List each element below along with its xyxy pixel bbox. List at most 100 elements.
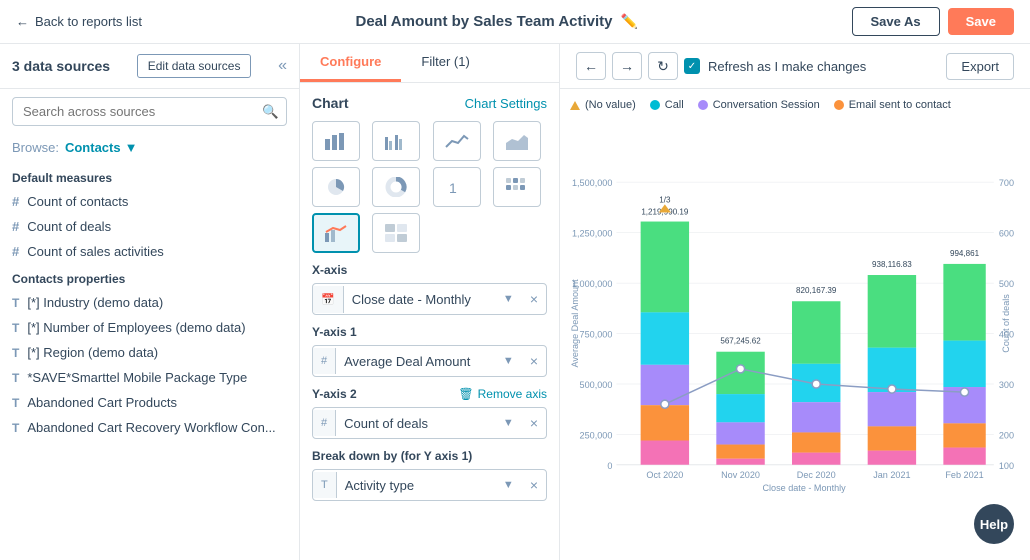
browse-chevron-icon: ▼	[125, 140, 138, 155]
clear-xaxis-icon[interactable]: ×	[522, 284, 546, 314]
bar-nov-seg2	[716, 394, 764, 422]
prop-save-smarttel[interactable]: T *SAVE*Smarttel Mobile Package Type	[0, 365, 299, 390]
back-link-label: Back to reports list	[35, 14, 142, 29]
bar-feb-seg2	[943, 341, 985, 387]
bar-oct-seg5	[641, 441, 689, 465]
main-layout: 3 data sources Edit data sources « 🔍 Bro…	[0, 44, 1030, 560]
report-title-text: Deal Amount by Sales Team Activity	[355, 13, 612, 30]
export-button[interactable]: Export	[946, 53, 1014, 80]
yaxis2-dropdown[interactable]: # Count of deals ▼ ×	[312, 407, 547, 439]
prop-employees[interactable]: T [*] Number of Employees (demo data)	[0, 315, 299, 340]
chevron-down-icon: ▼	[495, 286, 522, 312]
chart-settings-link[interactable]: Chart Settings	[465, 96, 547, 111]
type-prefix: T	[12, 396, 19, 410]
search-icon-button[interactable]: 🔍	[262, 104, 279, 120]
chart-type-area[interactable]	[493, 121, 541, 161]
bar-jan-seg5	[868, 451, 916, 465]
svg-text:0: 0	[607, 461, 612, 471]
yaxis1-dropdown[interactable]: # Average Deal Amount ▼ ×	[312, 345, 547, 377]
collapse-panel-icon[interactable]: «	[278, 57, 287, 75]
edit-sources-button[interactable]: Edit data sources	[137, 54, 252, 78]
chart-type-number[interactable]: 1	[433, 167, 481, 207]
save-as-button[interactable]: Save As	[852, 7, 940, 36]
trash-icon: 🗑	[458, 387, 473, 401]
undo-button[interactable]: ←	[576, 52, 606, 80]
chevron-down-icon: ▼	[495, 410, 522, 436]
toolbar-left: ← → ↻ ✓ Refresh as I make changes	[576, 52, 866, 80]
legend-email: Email sent to contact	[834, 99, 951, 111]
remove-axis-label: Remove axis	[478, 387, 547, 401]
chart-type-bar[interactable]	[312, 121, 360, 161]
bar-feb-seg1	[943, 264, 985, 341]
redo-button[interactable]: →	[612, 52, 642, 80]
chart-type-grouped-bar[interactable]	[372, 121, 420, 161]
svg-text:Count of deals: Count of deals	[1001, 294, 1011, 353]
svg-text:Feb 2021: Feb 2021	[945, 470, 983, 480]
chart-svg-container: 1,500,000 1,250,000 1,000,000 750,000 50…	[570, 119, 1014, 538]
refresh-button[interactable]: ↻	[648, 52, 678, 80]
edit-title-icon[interactable]: ✏️	[621, 13, 638, 30]
chevron-left-icon: ←	[16, 14, 29, 29]
svg-text:Jan 2021: Jan 2021	[873, 470, 910, 480]
chart-type-pie[interactable]	[312, 167, 360, 207]
chart-type-donut[interactable]	[372, 167, 420, 207]
browse-dropdown[interactable]: Contacts ▼	[65, 140, 138, 155]
prop-abandoned-cart[interactable]: T Abandoned Cart Products	[0, 390, 299, 415]
prop-region[interactable]: T [*] Region (demo data)	[0, 340, 299, 365]
refresh-checkbox[interactable]: ✓	[684, 58, 700, 74]
svg-text:750,000: 750,000	[580, 330, 613, 340]
tab-filter[interactable]: Filter (1)	[401, 44, 489, 82]
right-panel: ← → ↻ ✓ Refresh as I make changes Export…	[560, 44, 1030, 560]
clear-yaxis1-icon[interactable]: ×	[522, 346, 546, 376]
yaxis2-row: Y-axis 2 🗑 Remove axis	[312, 387, 547, 401]
breakdown-dropdown[interactable]: T Activity type ▼ ×	[312, 469, 547, 501]
svg-text:250,000: 250,000	[580, 430, 613, 440]
svg-text:Oct 2020: Oct 2020	[646, 470, 683, 480]
measure-count-deals[interactable]: # Count of deals	[0, 214, 299, 239]
svg-text:567,245.62: 567,245.62	[720, 337, 761, 346]
measure-count-activities[interactable]: # Count of sales activities	[0, 239, 299, 264]
prop-industry[interactable]: T [*] Industry (demo data)	[0, 290, 299, 315]
bar-nov-seg3	[716, 422, 764, 444]
xaxis-dropdown[interactable]: 📅 Close date - Monthly ▼ ×	[312, 283, 547, 315]
legend-no-value-label: (No value)	[585, 99, 636, 111]
back-to-reports-link[interactable]: ← Back to reports list	[16, 14, 142, 29]
pivot-chart-icon	[384, 223, 408, 243]
bar-dec-seg5	[792, 453, 840, 465]
measure-label: Count of contacts	[27, 194, 128, 209]
prop-label: [*] Region (demo data)	[27, 345, 158, 360]
chart-type-pivot[interactable]	[372, 213, 420, 253]
clear-yaxis2-icon[interactable]: ×	[522, 408, 546, 438]
browse-label: Browse:	[12, 140, 59, 155]
legend-dot-conversation	[698, 100, 708, 110]
header-right: Save As Save	[852, 7, 1014, 36]
area-chart-icon	[505, 131, 529, 151]
prop-abandoned-cart-recovery[interactable]: T Abandoned Cart Recovery Workflow Con..…	[0, 415, 299, 440]
clear-breakdown-icon[interactable]: ×	[522, 470, 546, 500]
xaxis-value: Close date - Monthly	[344, 285, 495, 314]
prop-label: Abandoned Cart Products	[27, 395, 177, 410]
save-button[interactable]: Save	[948, 8, 1014, 35]
point-jan	[888, 385, 896, 393]
combo-chart-icon	[324, 223, 348, 243]
hash-icon: #	[313, 410, 336, 436]
donut-chart-icon	[384, 177, 408, 197]
help-button[interactable]: Help	[974, 504, 1014, 544]
bar-oct-seg4	[641, 405, 689, 440]
svg-text:820,167.39: 820,167.39	[796, 286, 837, 295]
svg-text:500: 500	[999, 279, 1014, 289]
yaxis1-label: Y-axis 1	[312, 325, 547, 339]
chart-type-line[interactable]	[433, 121, 481, 161]
remove-axis-button[interactable]: 🗑 Remove axis	[458, 387, 547, 401]
chart-type-combo[interactable]	[312, 213, 360, 253]
chart-type-heatmap[interactable]	[493, 167, 541, 207]
search-input[interactable]	[12, 97, 287, 126]
chart-section-header: Chart Chart Settings	[312, 95, 547, 111]
mid-scroll-area: Chart Chart Settings	[300, 83, 559, 560]
measure-count-contacts[interactable]: # Count of contacts	[0, 189, 299, 214]
default-measures-title: Default measures	[0, 163, 299, 189]
svg-text:994,861: 994,861	[950, 249, 980, 258]
tab-configure[interactable]: Configure	[300, 44, 401, 82]
bar-nov-seg4	[716, 445, 764, 459]
chevron-down-icon: ▼	[495, 348, 522, 374]
